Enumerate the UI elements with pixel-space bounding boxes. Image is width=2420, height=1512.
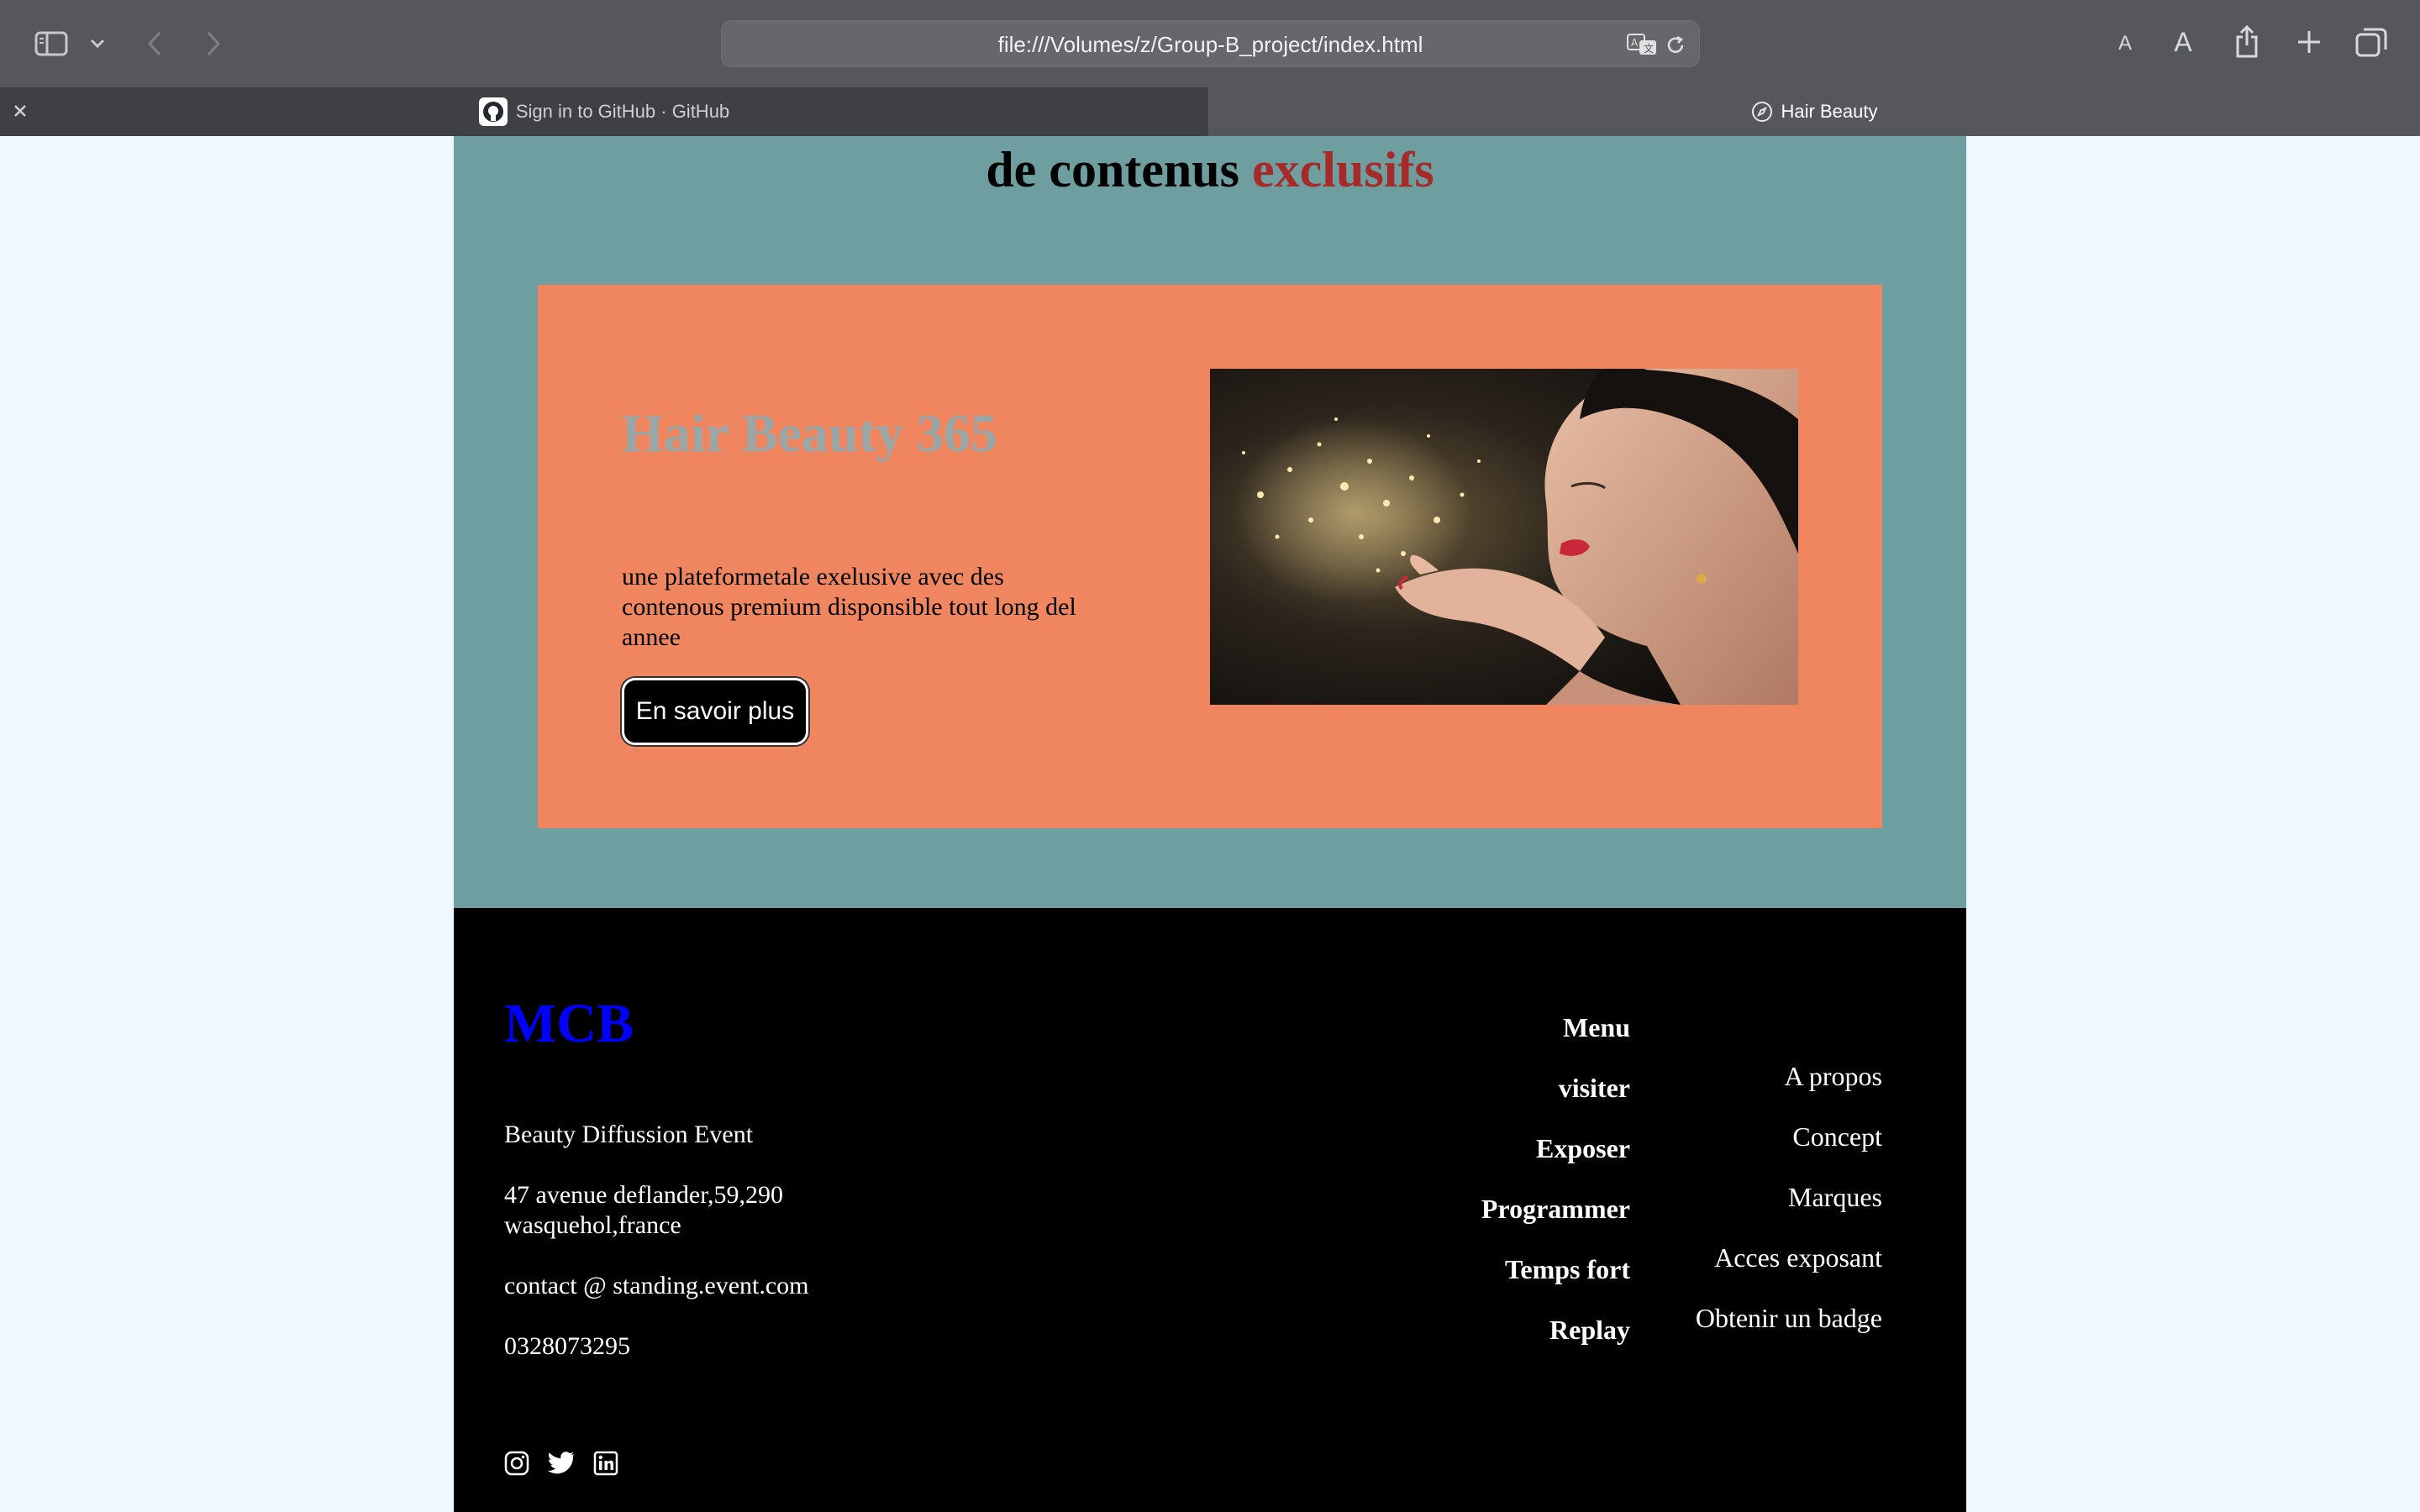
menu-heading: Menu	[1563, 1012, 1630, 1042]
address-bar[interactable]: file:///Volumes/z/Group-B_project/index.…	[721, 20, 1700, 67]
menu-item-exposer[interactable]: Exposer	[1536, 1133, 1630, 1164]
forward-icon[interactable]	[200, 27, 227, 60]
text-smaller-button[interactable]: A	[2111, 27, 2139, 60]
svg-text:文: 文	[1644, 42, 1654, 55]
back-icon[interactable]	[141, 27, 168, 60]
share-icon[interactable]	[2232, 24, 2262, 60]
new-tab-icon[interactable]	[2294, 27, 2324, 57]
link-obtenir-badge[interactable]: Obtenir un badge	[1696, 1303, 1882, 1334]
github-icon	[478, 97, 508, 126]
menu-item-replay[interactable]: Replay	[1549, 1315, 1630, 1346]
promo-card: Hair Beauty 365 une plateformetale exelu…	[538, 285, 1882, 828]
address-line-1: 47 avenue deflander,59,290	[504, 1181, 784, 1209]
woman-blowing-glitter-image	[1210, 369, 1798, 705]
tab-hair-beauty[interactable]: Hair Beauty	[1208, 87, 2420, 136]
translate-icon[interactable]: A文	[1626, 31, 1660, 58]
link-acces-exposant[interactable]: Acces exposant	[1714, 1242, 1882, 1273]
link-concept[interactable]: Concept	[1792, 1121, 1882, 1152]
heading-accent: exclusifs	[1252, 142, 1434, 197]
company-name: Beauty Diffussion Event	[504, 1121, 754, 1148]
menu-item-programmer[interactable]: Programmer	[1481, 1194, 1630, 1225]
url-text[interactable]: file:///Volumes/z/Group-B_project/index.…	[722, 21, 1699, 68]
browser-toolbar: file:///Volumes/z/Group-B_project/index.…	[0, 0, 2420, 87]
tab-overview-icon[interactable]	[2354, 25, 2388, 59]
learn-more-button[interactable]: En savoir plus	[622, 678, 808, 745]
menu-item-visiter[interactable]: visiter	[1559, 1073, 1630, 1104]
web-page: de contenus exclusifs Hair Beauty 365 un…	[454, 136, 1966, 1512]
link-marques[interactable]: Marques	[1788, 1182, 1882, 1213]
svg-text:A: A	[1631, 37, 1639, 49]
instagram-icon[interactable]	[504, 1451, 531, 1478]
compass-icon	[1751, 101, 1773, 123]
tab-label: Hair Beauty	[1781, 101, 1878, 122]
reload-icon[interactable]	[1663, 33, 1688, 58]
footer: MCB Beauty Diffussion Event 47 avenue de…	[454, 908, 1966, 1512]
hero-section: de contenus exclusifs Hair Beauty 365 un…	[454, 136, 1966, 908]
tab-github[interactable]: Sign in to GitHub · GitHub	[0, 87, 1208, 136]
text-larger-button[interactable]: A	[2166, 24, 2200, 60]
twitter-icon[interactable]	[547, 1451, 575, 1478]
sidebar-toggle-icon[interactable]	[34, 29, 69, 59]
card-description: une plateformetale exelusive avec des co…	[622, 563, 1076, 651]
menu-item-temps-fort[interactable]: Temps fort	[1505, 1254, 1630, 1285]
contact-email: contact @ standing.event.com	[504, 1272, 809, 1299]
card-title: Hair Beauty 365	[622, 403, 997, 463]
close-icon[interactable]	[10, 101, 30, 121]
address-line-2: wasquehol,france	[504, 1211, 681, 1239]
footer-logo[interactable]: MCB	[504, 992, 634, 1056]
tab-label: Sign in to GitHub · GitHub	[515, 101, 730, 122]
hero-heading: de contenus exclusifs	[454, 141, 1966, 199]
heading-main: de contenus	[986, 142, 1240, 197]
linkedin-icon[interactable]	[593, 1451, 620, 1478]
phone-number: 0328073295	[504, 1332, 630, 1360]
chevron-down-icon[interactable]	[87, 34, 108, 54]
link-a-propos[interactable]: A propos	[1785, 1061, 1882, 1092]
